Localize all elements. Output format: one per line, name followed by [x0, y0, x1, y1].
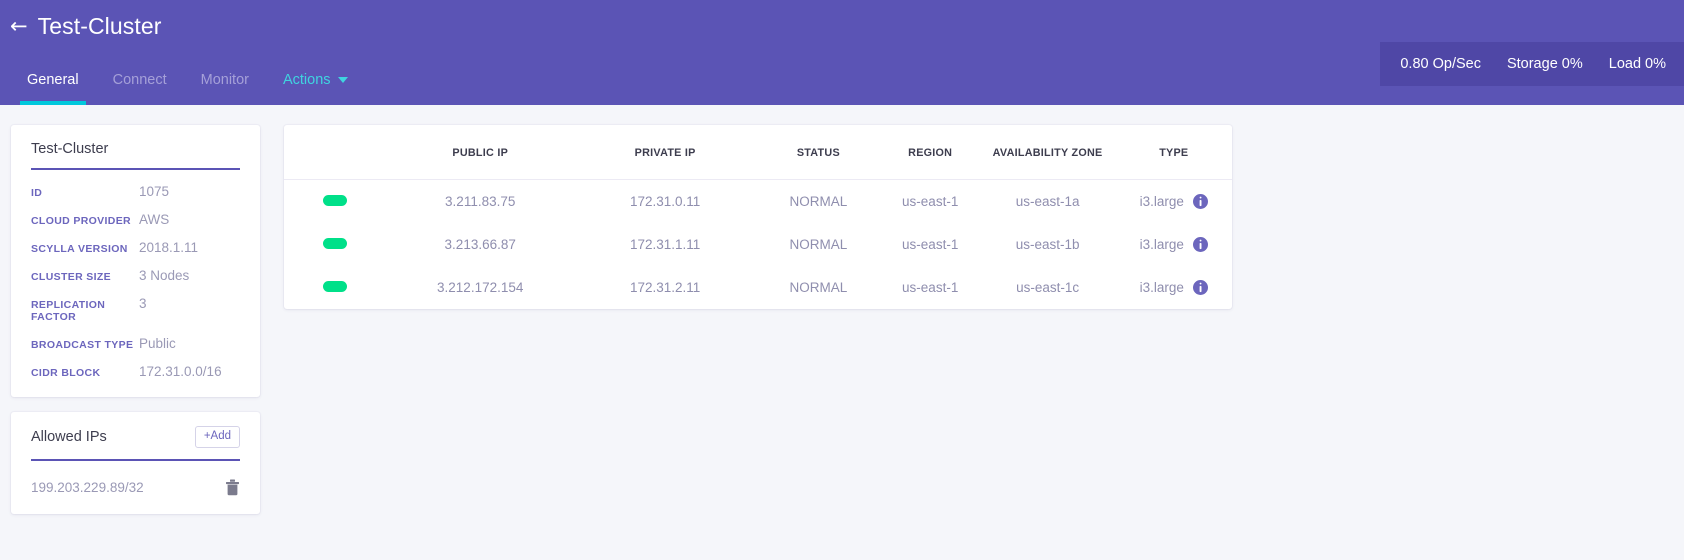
cell-region: us-east-1	[902, 194, 959, 209]
cell-status: NORMAL	[789, 280, 848, 295]
column-header-public-ip: PUBLIC IP	[386, 125, 575, 180]
info-value-broadcast-type: Public	[139, 336, 176, 351]
header-title-row: ← Test-Cluster	[0, 0, 1684, 48]
info-value-replication-factor: 3	[139, 296, 147, 311]
allowed-ips-heading: Allowed IPs	[31, 428, 107, 445]
app-header: ← Test-Cluster General Connect Monitor A…	[0, 0, 1684, 105]
nodes-table-card: PUBLIC IP PRIVATE IP STATUS REGION AVAIL…	[284, 125, 1232, 309]
cell-region: us-east-1	[902, 237, 959, 252]
status-badge	[323, 281, 348, 292]
info-value-scylla-version: 2018.1.11	[139, 240, 199, 255]
nodes-table-head: PUBLIC IP PRIVATE IP STATUS REGION AVAIL…	[284, 125, 1232, 180]
cell-type-label: i3.large	[1139, 237, 1184, 252]
stat-ops-per-sec: 0.80 Op/Sec	[1400, 56, 1481, 72]
add-allowed-ip-button[interactable]: +Add	[194, 426, 240, 448]
nodes-table: PUBLIC IP PRIVATE IP STATUS REGION AVAIL…	[284, 125, 1232, 309]
cell-public-ip: 3.212.172.154	[437, 280, 524, 295]
arrow-left-icon[interactable]: ←	[10, 15, 28, 37]
cell-status-indicator	[284, 223, 386, 266]
column-header-region: REGION	[880, 125, 980, 180]
info-label-scylla-version: SCYLLA VERSION	[31, 243, 128, 255]
info-label-cidr-block: CIDR BLOCK	[31, 367, 101, 379]
cell-status-indicator	[284, 266, 386, 309]
column-header-private-ip: PRIVATE IP	[574, 125, 756, 180]
column-header-status: STATUS	[755, 125, 881, 180]
cluster-info-heading-row: Test-Cluster	[31, 141, 240, 170]
cell-private-ip: 172.31.2.11	[629, 280, 701, 295]
actions-dropdown[interactable]: Actions	[266, 72, 365, 105]
allowed-ip-value: 199.203.229.89/32	[31, 479, 144, 495]
cell-public-ip: 3.211.83.75	[445, 194, 516, 209]
table-row[interactable]: 3.212.172.154 172.31.2.11 NORMAL us-east…	[284, 266, 1232, 309]
allowed-ips-heading-row: Allowed IPs +Add	[31, 426, 240, 461]
cell-type-label: i3.large	[1139, 280, 1184, 295]
info-row-replication-factor: REPLICATION FACTOR 3	[31, 296, 240, 323]
info-label-replication-factor: REPLICATION FACTOR	[31, 299, 106, 323]
tab-connect[interactable]: Connect	[96, 72, 184, 105]
cell-availability-zone: us-east-1c	[1016, 280, 1080, 295]
cluster-info-card: Test-Cluster ID 1075 CLOUD PROVIDER AWS …	[11, 125, 260, 397]
tab-general[interactable]: General	[10, 72, 96, 105]
tab-connect-label: Connect	[112, 72, 167, 88]
info-row-id: ID 1075	[31, 184, 240, 199]
cell-type: i3.large	[1116, 180, 1232, 224]
nodes-table-body: 3.211.83.75 172.31.0.11 NORMAL us-east-1…	[284, 180, 1232, 310]
cell-region: us-east-1	[902, 280, 959, 295]
info-value-id: 1075	[139, 184, 170, 199]
info-icon[interactable]	[1192, 237, 1208, 252]
info-label-cluster-size: CLUSTER SIZE	[31, 271, 112, 283]
info-row-cluster-size: CLUSTER SIZE 3 Nodes	[31, 268, 240, 283]
info-row-broadcast-type: BROADCAST TYPE Public	[31, 336, 240, 351]
stat-load: Load 0%	[1608, 56, 1666, 72]
info-value-cloud-provider: AWS	[139, 212, 170, 227]
column-header-availability-zone: AVAILABILITY ZONE	[979, 125, 1116, 180]
table-row[interactable]: 3.213.66.87 172.31.1.11 NORMAL us-east-1…	[284, 223, 1232, 266]
actions-dropdown-label: Actions	[282, 72, 331, 88]
info-row-scylla-version: SCYLLA VERSION 2018.1.11	[31, 240, 240, 255]
status-badge	[323, 195, 348, 206]
info-row-cloud-provider: CLOUD PROVIDER AWS	[31, 212, 240, 227]
trash-icon[interactable]	[225, 479, 240, 496]
cell-availability-zone: us-east-1b	[1015, 237, 1080, 252]
info-label-id: ID	[31, 187, 43, 199]
nodes-table-header-row: PUBLIC IP PRIVATE IP STATUS REGION AVAIL…	[284, 125, 1232, 180]
info-value-cluster-size: 3 Nodes	[139, 268, 190, 283]
tab-monitor-label: Monitor	[200, 72, 249, 88]
info-row-cidr-block: CIDR BLOCK 172.31.0.0/16	[31, 364, 240, 379]
info-value-cidr-block: 172.31.0.0/16	[139, 364, 222, 379]
column-header-type: TYPE	[1115, 125, 1232, 180]
cell-public-ip: 3.213.66.87	[444, 237, 516, 252]
cell-private-ip: 172.31.0.11	[629, 194, 701, 209]
cell-private-ip: 172.31.1.11	[629, 237, 701, 252]
cell-type-label: i3.large	[1139, 194, 1184, 209]
chevron-down-icon	[337, 77, 348, 83]
column-header-status-indicator	[284, 125, 387, 180]
tab-general-label: General	[27, 72, 79, 88]
info-label-cloud-provider: CLOUD PROVIDER	[31, 215, 131, 227]
cell-status-indicator	[284, 180, 386, 224]
info-icon[interactable]	[1192, 280, 1208, 295]
cell-type: i3.large	[1116, 223, 1232, 266]
allowed-ips-card: Allowed IPs +Add 199.203.229.89/32	[11, 412, 260, 514]
cell-availability-zone: us-east-1a	[1015, 194, 1080, 209]
info-label-broadcast-type: BROADCAST TYPE	[31, 339, 134, 351]
info-icon[interactable]	[1192, 194, 1208, 209]
cluster-stats-badges: 0.80 Op/Sec Storage 0% Load 0%	[1380, 42, 1684, 86]
cell-type: i3.large	[1116, 266, 1232, 309]
cell-status: NORMAL	[789, 237, 848, 252]
tab-bar: General Connect Monitor Actions	[10, 59, 365, 105]
cell-status: NORMAL	[789, 194, 848, 209]
allowed-ip-list-item: 199.203.229.89/32	[31, 475, 240, 496]
page-title: Test-Cluster	[37, 12, 162, 39]
status-badge	[323, 238, 348, 249]
page-body: Test-Cluster ID 1075 CLOUD PROVIDER AWS …	[0, 105, 1684, 560]
tab-monitor[interactable]: Monitor	[184, 72, 266, 105]
cluster-info-heading: Test-Cluster	[31, 141, 109, 157]
left-column: Test-Cluster ID 1075 CLOUD PROVIDER AWS …	[11, 125, 260, 514]
table-row[interactable]: 3.211.83.75 172.31.0.11 NORMAL us-east-1…	[284, 180, 1232, 224]
stat-storage: Storage 0%	[1506, 56, 1583, 72]
